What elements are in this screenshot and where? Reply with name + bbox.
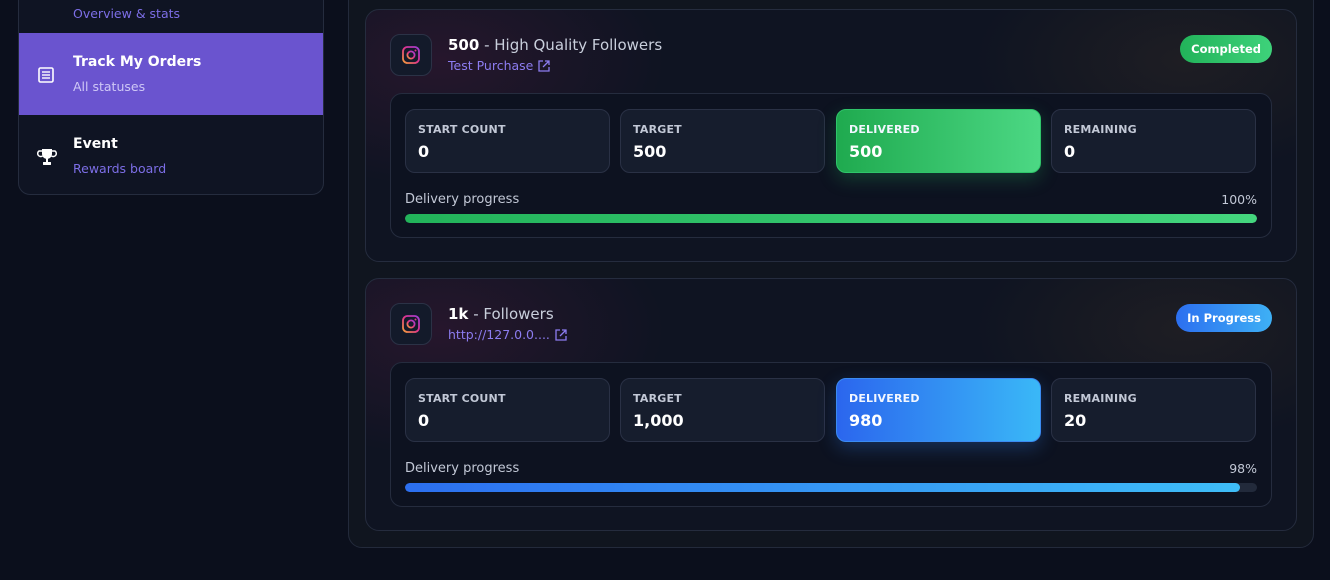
sidebar-item-subtitle: Overview & stats (73, 6, 181, 21)
stat-label: DELIVERED (849, 123, 920, 136)
order-stats-panel: START COUNT 0 TARGET 1,000 DELIVERED 980… (390, 362, 1272, 507)
instagram-icon (390, 34, 432, 76)
start-count-stat: START COUNT 0 (405, 109, 610, 173)
stat-label: TARGET (633, 123, 682, 136)
order-link[interactable]: http://127.0.0.... (448, 327, 568, 342)
instagram-icon (390, 303, 432, 345)
external-link-icon (555, 328, 567, 341)
sidebar-item-title: Track My Orders (73, 54, 202, 70)
order-stats-panel: START COUNT 0 TARGET 500 DELIVERED 500 R… (390, 93, 1272, 238)
stat-label: REMAINING (1064, 392, 1137, 405)
progress-bar (405, 483, 1257, 492)
stat-label: START COUNT (418, 392, 506, 405)
order-service: - High Quality Followers (479, 36, 663, 54)
delivered-stat: DELIVERED 980 (836, 378, 1041, 442)
sidebar-item-title: Event (73, 136, 118, 152)
order-card: 1k - Followers http://127.0.0.... In Pro… (365, 278, 1297, 531)
stat-value: 0 (1064, 142, 1076, 161)
stat-value: 500 (633, 142, 667, 161)
dashboard-icon (37, 0, 55, 15)
progress-percent: 98% (1229, 461, 1257, 476)
status-badge: In Progress (1176, 304, 1272, 332)
stat-value: 0 (418, 142, 430, 161)
order-link-text: http://127.0.0.... (448, 327, 550, 342)
stat-value: 0 (418, 411, 430, 430)
sidebar-item-event[interactable]: Event Rewards board (19, 115, 323, 194)
delivered-stat: DELIVERED 500 (836, 109, 1041, 173)
stat-value: 980 (849, 411, 883, 430)
order-quantity: 1k (448, 305, 469, 323)
order-link-text: Test Purchase (448, 58, 534, 73)
remaining-stat: REMAINING 0 (1051, 109, 1256, 173)
progress-fill (405, 483, 1240, 492)
order-title: 500 - High Quality Followers (448, 36, 662, 54)
list-icon (37, 66, 55, 84)
progress-label: Delivery progress (405, 192, 520, 207)
start-count-stat: START COUNT 0 (405, 378, 610, 442)
progress-fill (405, 214, 1257, 223)
stat-label: DELIVERED (849, 392, 920, 405)
sidebar: Overview & stats Track My Orders All sta… (18, 0, 324, 195)
sidebar-item-subtitle: Rewards board (73, 161, 167, 176)
sidebar-item-track-orders[interactable]: Track My Orders All statuses (19, 33, 323, 115)
progress-label: Delivery progress (405, 461, 520, 476)
order-title: 1k - Followers (448, 305, 554, 323)
sidebar-item-subtitle: All statuses (73, 79, 146, 94)
order-service: - Followers (468, 305, 554, 323)
target-stat: TARGET 500 (620, 109, 825, 173)
stat-value: 1,000 (633, 411, 684, 430)
stat-label: TARGET (633, 392, 682, 405)
remaining-stat: REMAINING 20 (1051, 378, 1256, 442)
order-card: 500 - High Quality Followers Test Purcha… (365, 9, 1297, 262)
order-link[interactable]: Test Purchase (448, 58, 551, 73)
stat-label: REMAINING (1064, 123, 1137, 136)
stat-value: 500 (849, 142, 883, 161)
status-badge: Completed (1180, 35, 1272, 63)
progress-bar (405, 214, 1257, 223)
external-link-icon (538, 59, 551, 72)
stat-label: START COUNT (418, 123, 506, 136)
stat-value: 20 (1064, 411, 1087, 430)
order-quantity: 500 (448, 36, 480, 54)
target-stat: TARGET 1,000 (620, 378, 825, 442)
sidebar-item-overview[interactable]: Overview & stats (19, 0, 323, 33)
progress-percent: 100% (1221, 192, 1257, 207)
trophy-icon (36, 147, 58, 165)
